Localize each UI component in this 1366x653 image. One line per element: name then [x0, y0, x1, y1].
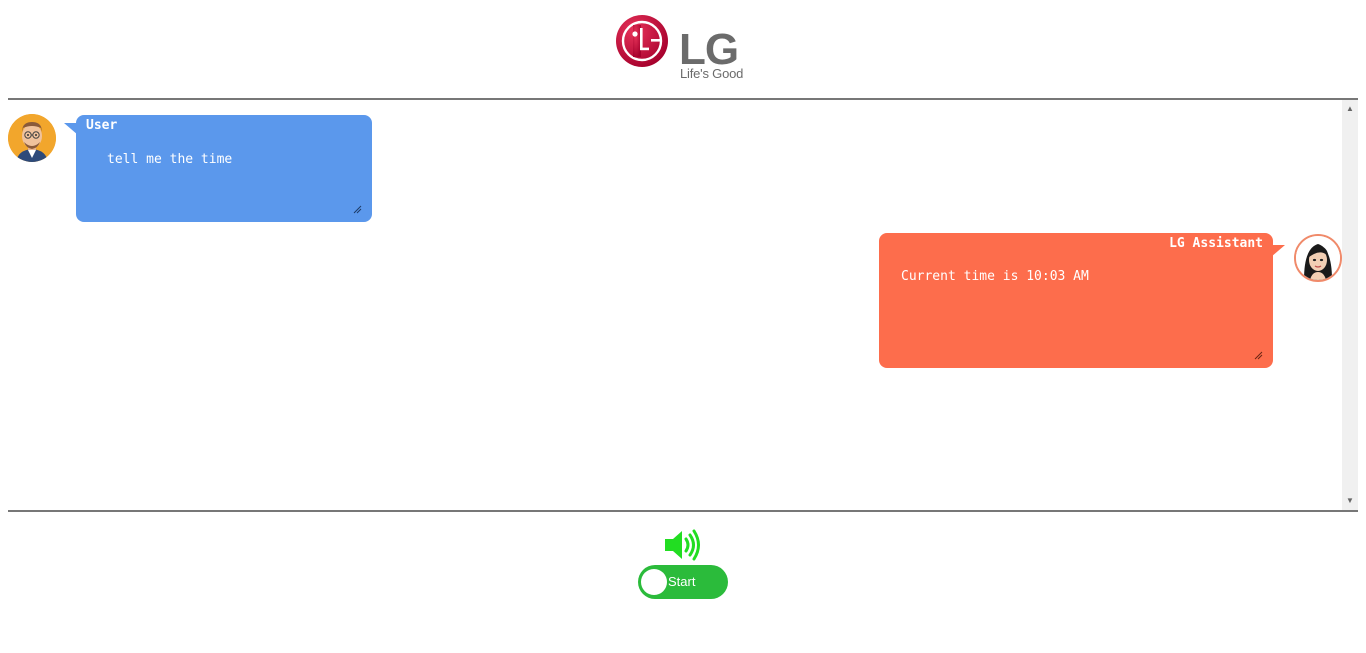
lg-logo: LG Life's Good: [615, 14, 755, 84]
user-avatar: [8, 114, 56, 162]
assistant-sender-name: LG Assistant: [1169, 236, 1263, 251]
speaker-icon[interactable]: [663, 528, 703, 562]
scroll-up-icon[interactable]: ▲: [1342, 102, 1358, 116]
header: LG Life's Good: [0, 0, 1366, 98]
assistant-message-bubble[interactable]: LG Assistant Current time is 10:03 AM: [879, 233, 1285, 368]
lg-logo-icon: [616, 15, 668, 67]
lg-logo-tagline: Life's Good: [680, 66, 744, 81]
assistant-avatar: [1294, 234, 1342, 282]
start-toggle[interactable]: Start: [638, 565, 728, 599]
start-toggle-label: Start: [668, 574, 696, 589]
user-avatar-icon: [8, 114, 56, 162]
resize-grip-icon[interactable]: [353, 205, 362, 214]
chat-area[interactable]: User tell me the time LG Assistant Curre…: [8, 98, 1358, 512]
toggle-knob[interactable]: [641, 569, 667, 595]
user-message-bubble[interactable]: User tell me the time: [64, 115, 372, 222]
resize-grip-icon[interactable]: [1254, 351, 1263, 360]
assistant-avatar-icon: [1296, 236, 1340, 280]
scroll-down-icon[interactable]: ▼: [1342, 494, 1358, 508]
controls: Start: [0, 512, 1366, 653]
chat-scrollbar[interactable]: ▲ ▼: [1342, 100, 1358, 510]
assistant-message-text[interactable]: Current time is 10:03 AM: [901, 269, 1089, 284]
user-message-text[interactable]: tell me the time: [107, 152, 232, 167]
user-sender-name: User: [86, 118, 118, 133]
